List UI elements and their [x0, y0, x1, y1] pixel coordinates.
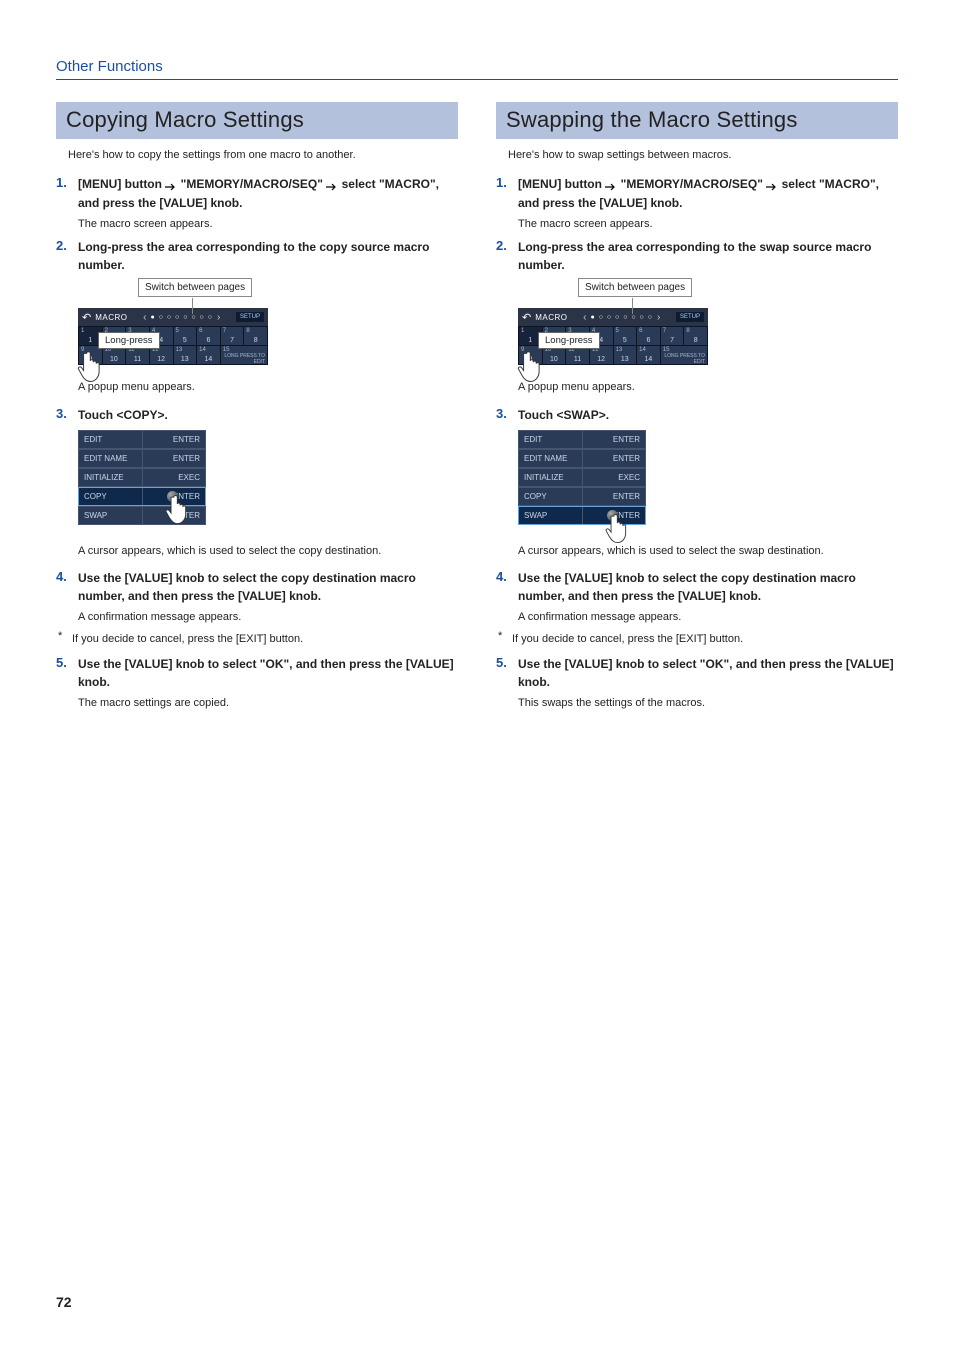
popup-row: EDIT NAMEENTER	[78, 449, 206, 468]
long-press-label: Long-press	[538, 332, 600, 349]
step-sub: A popup menu appears.	[518, 379, 898, 396]
step-num: 2.	[56, 238, 78, 274]
macro-title: MACRO	[95, 313, 127, 322]
step-sub: A popup menu appears.	[78, 379, 458, 396]
hand-icon	[164, 493, 192, 525]
step-num: 4.	[496, 569, 518, 626]
step-5-left: 5. Use the [VALUE] knob to select "OK", …	[56, 655, 458, 712]
setup-button: SETUP	[236, 312, 264, 322]
note-text: If you decide to cancel, press the [EXIT…	[72, 633, 303, 645]
arrow-icon	[766, 176, 778, 194]
popup-row: EDITENTER	[78, 430, 206, 449]
step-1-right: 1. [MENU] button "MEMORY/MACRO/SEQ" sele…	[496, 175, 898, 232]
step-3-right: 3. Touch <SWAP>.	[496, 406, 898, 424]
callout-line	[632, 298, 633, 314]
step-2-right: 2. Long-press the area corresponding to …	[496, 238, 898, 274]
note-text: If you decide to cancel, press the [EXIT…	[512, 633, 743, 645]
callout-switch-pages: Switch between pages	[138, 278, 252, 297]
pager: ‹● ○ ○ ○ ○ ○ ○ ○›	[568, 312, 676, 323]
step-title: Use the [VALUE] knob to select the copy …	[518, 569, 898, 605]
step-sub: The macro screen appears.	[518, 216, 898, 233]
step-2-left: 2. Long-press the area corresponding to …	[56, 238, 458, 274]
step-text: [MENU] button	[518, 177, 605, 191]
popup-row: COPYENTER	[518, 487, 646, 506]
step-num: 2.	[496, 238, 518, 274]
step-sub: A cursor appears, which is used to selec…	[78, 543, 458, 560]
arrow-icon	[605, 176, 617, 194]
step-note: * If you decide to cancel, press the [EX…	[58, 630, 458, 645]
popup-row: EDITENTER	[518, 430, 646, 449]
macro-header: ↶ MACRO ‹● ○ ○ ○ ○ ○ ○ ○› SETUP	[518, 308, 708, 326]
intro-copy: Here's how to copy the settings from one…	[68, 149, 458, 161]
hand-icon	[604, 512, 632, 544]
step-4-right: 4. Use the [VALUE] knob to select the co…	[496, 569, 898, 626]
callout-switch-pages: Switch between pages	[578, 278, 692, 297]
arrow-icon	[326, 176, 338, 194]
chevron-right-icon: ›	[217, 312, 220, 323]
figure-macro-screen-right: Switch between pages ↶ MACRO ‹● ○ ○ ○ ○ …	[518, 308, 708, 365]
figure-popup-left: EDITENTEREDIT NAMEENTERINITIALIZEEXECCOP…	[78, 430, 206, 525]
step-sub: A confirmation message appears.	[78, 609, 458, 626]
step-num: 4.	[56, 569, 78, 626]
long-press-label: Long-press	[98, 332, 160, 349]
step-note: * If you decide to cancel, press the [EX…	[498, 630, 898, 645]
column-left: Copying Macro Settings Here's how to cop…	[56, 102, 458, 715]
section-title-swap: Swapping the Macro Settings	[496, 102, 898, 139]
step-sub: A confirmation message appears.	[518, 609, 898, 626]
page-number: 72	[56, 1294, 72, 1310]
step-num: 3.	[56, 406, 78, 424]
step-title: Use the [VALUE] knob to select "OK", and…	[518, 655, 898, 691]
chevron-right-icon: ›	[657, 312, 660, 323]
callout-line	[192, 298, 193, 314]
step-5-right: 5. Use the [VALUE] knob to select "OK", …	[496, 655, 898, 712]
popup-row: INITIALIZEEXEC	[78, 468, 206, 487]
macro-title: MACRO	[535, 313, 567, 322]
breadcrumb: Other Functions	[56, 58, 898, 80]
step-num: 5.	[56, 655, 78, 712]
arrow-icon	[165, 176, 177, 194]
step-text: "MEMORY/MACRO/SEQ"	[177, 177, 326, 191]
intro-swap: Here's how to swap settings between macr…	[508, 149, 898, 161]
step-sub: A cursor appears, which is used to selec…	[518, 543, 898, 560]
popup-row: EDIT NAMEENTER	[518, 449, 646, 468]
step-title: Use the [VALUE] knob to select "OK", and…	[78, 655, 458, 691]
step-sub: The macro screen appears.	[78, 216, 458, 233]
step-title: Touch <SWAP>.	[518, 406, 898, 424]
column-right: Swapping the Macro Settings Here's how t…	[496, 102, 898, 715]
step-num: 5.	[496, 655, 518, 712]
figure-macro-screen-left: Switch between pages ↶ MACRO ‹● ○ ○ ○ ○ …	[78, 308, 268, 365]
hand-icon	[516, 349, 546, 383]
step-4-left: 4. Use the [VALUE] knob to select the co…	[56, 569, 458, 626]
setup-button: SETUP	[676, 312, 704, 322]
step-num: 1.	[56, 175, 78, 232]
step-text: "MEMORY/MACRO/SEQ"	[617, 177, 766, 191]
chevron-left-icon: ‹	[143, 312, 146, 323]
step-num: 1.	[496, 175, 518, 232]
section-title-copy: Copying Macro Settings	[56, 102, 458, 139]
step-text: [MENU] button	[78, 177, 165, 191]
popup-row: INITIALIZEEXEC	[518, 468, 646, 487]
step-1-left: 1. [MENU] button "MEMORY/MACRO/SEQ" sele…	[56, 175, 458, 232]
chevron-left-icon: ‹	[583, 312, 586, 323]
step-sub: The macro settings are copied.	[78, 695, 458, 712]
step-title: [MENU] button "MEMORY/MACRO/SEQ" select …	[518, 175, 898, 212]
step-title: Long-press the area corresponding to the…	[78, 238, 458, 274]
back-icon: ↶	[522, 311, 531, 324]
step-title: Use the [VALUE] knob to select the copy …	[78, 569, 458, 605]
step-3-left: 3. Touch <COPY>.	[56, 406, 458, 424]
hand-icon	[76, 349, 106, 383]
step-num: 3.	[496, 406, 518, 424]
macro-header: ↶ MACRO ‹● ○ ○ ○ ○ ○ ○ ○› SETUP	[78, 308, 268, 326]
step-title: [MENU] button "MEMORY/MACRO/SEQ" select …	[78, 175, 458, 212]
pager: ‹● ○ ○ ○ ○ ○ ○ ○›	[128, 312, 236, 323]
step-sub: This swaps the settings of the macros.	[518, 695, 898, 712]
step-title: Long-press the area corresponding to the…	[518, 238, 898, 274]
figure-popup-right: EDITENTEREDIT NAMEENTERINITIALIZEEXECCOP…	[518, 430, 646, 525]
back-icon: ↶	[82, 311, 91, 324]
step-title: Touch <COPY>.	[78, 406, 458, 424]
